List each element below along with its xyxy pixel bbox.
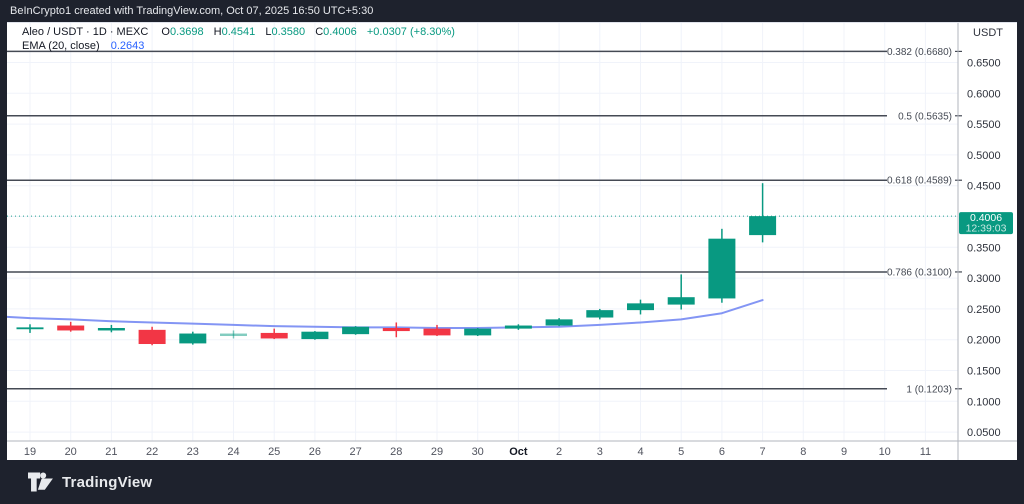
high-value: 0.4541	[222, 26, 256, 38]
price-tick-label: 0.3500	[967, 242, 1001, 254]
brand-label: TradingView	[62, 474, 152, 491]
fib-label: 0.382 (0.6680)	[887, 47, 952, 58]
candle[interactable]	[546, 319, 573, 325]
candle[interactable]	[749, 216, 776, 235]
candle[interactable]	[220, 334, 247, 336]
candle[interactable]	[586, 310, 613, 317]
price-tick-label: 0.5000	[967, 150, 1001, 162]
tradingview-logo-icon	[28, 472, 54, 492]
candle[interactable]	[505, 326, 532, 329]
price-tick-label: 0.2500	[967, 304, 1001, 316]
time-tick-label: 11	[920, 446, 931, 458]
price-tick-label: 0.1500	[967, 366, 1001, 378]
candle[interactable]	[668, 297, 695, 304]
price-tick-label: 0.2000	[967, 335, 1001, 347]
ema-label: EMA (20, close)	[22, 40, 100, 52]
candle[interactable]	[57, 326, 84, 331]
time-tick-label: 29	[431, 446, 443, 458]
candle[interactable]	[383, 328, 410, 331]
time-tick-label: 10	[879, 446, 891, 458]
time-tick-label: 4	[637, 446, 643, 458]
time-tick-label: 20	[65, 446, 77, 458]
time-tick-label: 24	[227, 446, 239, 458]
time-tick-label: Oct	[509, 446, 528, 458]
time-tick-label: 5	[678, 446, 684, 458]
candle[interactable]	[708, 239, 735, 299]
ema-legend-row[interactable]: EMA (20, close) 0.2643	[22, 39, 455, 53]
fib-label: 0.786 (0.3100)	[887, 267, 952, 278]
price-axis-currency: USDT	[953, 23, 1011, 43]
price-tick-label: 0.6500	[967, 58, 1001, 70]
price-chart[interactable]: 0.382 (0.6680) 0.5 (0.5635) 0.618 (0.4589)…	[7, 23, 1017, 461]
time-tick-label: 21	[105, 446, 117, 458]
fib-label: 1 (0.1203)	[906, 384, 952, 395]
fib-label: 0.618 (0.4589)	[887, 176, 952, 187]
candle[interactable]	[139, 330, 166, 344]
candle[interactable]	[179, 334, 206, 344]
candle[interactable]	[98, 328, 125, 330]
candle[interactable]	[464, 329, 491, 336]
candle[interactable]	[261, 333, 288, 339]
time-tick-label: 25	[268, 446, 280, 458]
price-tick-label: 0.4500	[967, 181, 1001, 193]
chart-panel: 0.382 (0.6680) 0.5 (0.5635) 0.618 (0.4589)…	[7, 22, 1017, 460]
change-value: +0.0307 (+8.30%)	[367, 26, 455, 38]
low-value: 0.3580	[271, 26, 305, 38]
price-tick-label: 0.1000	[967, 396, 1001, 408]
candle[interactable]	[342, 327, 369, 334]
tradingview-brand-link[interactable]: TradingView	[28, 472, 152, 492]
badge-countdown: 12:39:03	[966, 223, 1007, 235]
chart-legend: Aleo / USDT · 1D · MEXC O0.3698 H0.4541 …	[22, 25, 455, 53]
price-badge[interactable]: 0.400612:39:03	[959, 212, 1013, 235]
right-frame-edge	[1016, 0, 1024, 504]
time-tick-label: 30	[472, 446, 484, 458]
time-tick-label: 23	[187, 446, 199, 458]
time-tick-label: 27	[349, 446, 361, 458]
open-label: O	[161, 26, 170, 38]
price-tick-label: 0.3000	[967, 273, 1001, 285]
time-tick-label: 3	[597, 446, 603, 458]
attribution-text: BeInCrypto1 created with TradingView.com…	[10, 5, 373, 17]
time-tick-label: 26	[309, 446, 321, 458]
candle[interactable]	[424, 329, 451, 336]
time-tick-label: 2	[556, 446, 562, 458]
time-tick-label: 7	[760, 446, 766, 458]
attribution-bar: BeInCrypto1 created with TradingView.com…	[0, 0, 1024, 22]
open-value: 0.3698	[170, 26, 204, 38]
time-tick-label: 22	[146, 446, 158, 458]
price-tick-label: 0.0500	[967, 427, 1001, 439]
price-tick-label: 0.5500	[967, 119, 1001, 131]
brand-bar: TradingView	[0, 460, 1024, 504]
fib-label: 0.5 (0.5635)	[898, 111, 952, 122]
candle[interactable]	[301, 332, 328, 339]
tradingview-snapshot: BeInCrypto1 created with TradingView.com…	[0, 0, 1024, 504]
close-value: 0.4006	[323, 26, 357, 38]
ema-value: 0.2643	[111, 40, 145, 52]
high-label: H	[214, 26, 222, 38]
symbol-title: Aleo / USDT · 1D · MEXC	[22, 26, 148, 38]
symbol-legend-row[interactable]: Aleo / USDT · 1D · MEXC O0.3698 H0.4541 …	[22, 25, 455, 39]
candle[interactable]	[17, 327, 44, 329]
candle[interactable]	[627, 303, 654, 310]
time-tick-label: 19	[24, 446, 36, 458]
price-tick-label: 0.6000	[967, 88, 1001, 100]
time-tick-label: 9	[841, 446, 847, 458]
time-tick-label: 8	[800, 446, 806, 458]
time-tick-label: 6	[719, 446, 725, 458]
time-tick-label: 28	[390, 446, 402, 458]
close-label: C	[315, 26, 323, 38]
